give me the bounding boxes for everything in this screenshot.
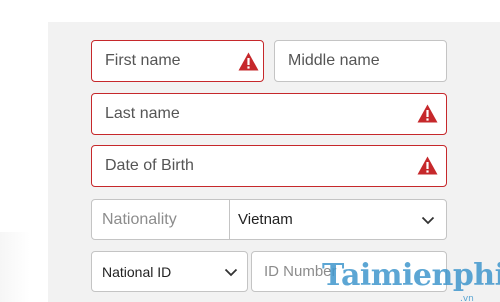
date-of-birth-placeholder: Date of Birth (105, 157, 194, 174)
nationality-select[interactable]: Vietnam (229, 199, 447, 240)
nationality-label: Nationality (102, 211, 177, 228)
nationality-label-box: Nationality (91, 199, 230, 240)
first-name-field[interactable]: First name (91, 40, 264, 82)
watermark-domain: .vn (460, 294, 474, 302)
watermark-brand: Taimienphi (322, 258, 500, 293)
last-name-field[interactable]: Last name (91, 93, 447, 135)
background-shade (0, 232, 30, 302)
id-type-selected-value: National ID (102, 264, 172, 280)
warning-icon (417, 104, 438, 123)
id-type-select[interactable]: National ID (91, 251, 248, 292)
first-name-placeholder: First name (105, 52, 181, 69)
last-name-placeholder: Last name (105, 105, 180, 122)
nationality-selected-value: Vietnam (238, 211, 293, 228)
page: First name Middle name Last name Date of… (0, 0, 500, 302)
middle-name-field[interactable]: Middle name (274, 40, 447, 82)
warning-icon (238, 52, 259, 71)
middle-name-placeholder: Middle name (288, 52, 380, 69)
date-of-birth-field[interactable]: Date of Birth (91, 145, 447, 187)
warning-icon (417, 156, 438, 175)
watermark-logo: Taimienphi .vn (322, 258, 500, 302)
chevron-down-icon (421, 216, 435, 225)
chevron-down-icon (224, 268, 238, 277)
